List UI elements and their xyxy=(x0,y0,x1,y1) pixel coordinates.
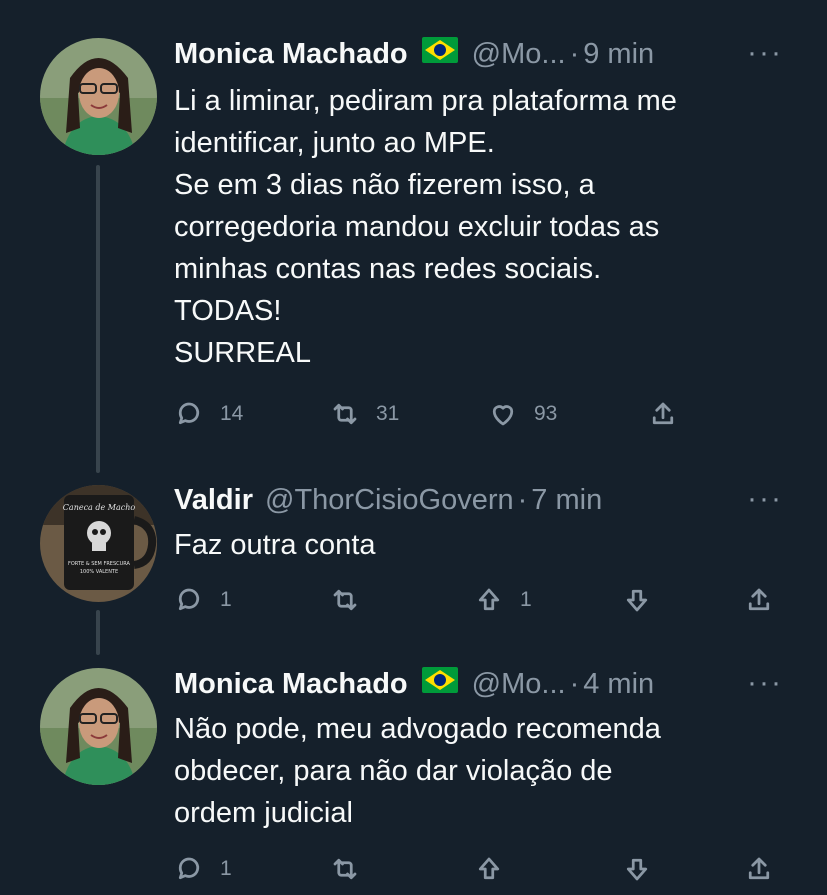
tweet-header: Valdir @ThorCisioGovern · 7 min xyxy=(174,480,602,520)
more-options-button[interactable]: ··· xyxy=(747,482,783,516)
more-options-button[interactable]: ··· xyxy=(747,666,783,700)
tweet-actions: 1 xyxy=(174,849,784,889)
mug-text-2: FORTE & SEM FRESCURA xyxy=(68,561,131,567)
arrow-up-icon xyxy=(478,588,500,611)
avatar[interactable] xyxy=(40,38,157,155)
retweet-count: 31 xyxy=(376,402,400,425)
display-name[interactable]: Monica Machado xyxy=(174,668,408,701)
reply-button[interactable]: 1 xyxy=(174,849,232,889)
timestamp[interactable]: 4 min xyxy=(583,668,654,701)
brazil-flag-icon xyxy=(421,37,458,71)
retweet-icon xyxy=(333,858,357,880)
arrow-up-icon xyxy=(478,857,500,880)
avatar[interactable] xyxy=(40,668,157,785)
timestamp[interactable]: 9 min xyxy=(583,38,654,71)
reply-icon xyxy=(178,857,200,880)
tweet-header: Monica Machado @Mo... · 9 min xyxy=(174,34,654,74)
reply-button[interactable]: 14 xyxy=(174,394,243,434)
downvote-button[interactable] xyxy=(622,849,652,889)
tweet[interactable]: Monica Machado @Mo... · 4 min ··· Não po… xyxy=(0,655,827,895)
display-name[interactable]: Valdir xyxy=(174,484,253,517)
avatar[interactable]: Caneca de Macho FORTE & SEM FRESCURA 100… xyxy=(40,485,157,602)
heart-icon xyxy=(492,405,514,426)
share-button[interactable] xyxy=(648,394,678,434)
reply-count: 14 xyxy=(220,402,244,425)
share-icon xyxy=(748,588,770,611)
reply-button[interactable]: 1 xyxy=(174,580,232,620)
separator: · xyxy=(569,37,580,70)
retweet-icon xyxy=(333,589,357,611)
upvote-count: 1 xyxy=(520,588,532,611)
retweet-button[interactable] xyxy=(330,580,360,620)
reply-count: 1 xyxy=(220,857,232,880)
brazil-flag-icon xyxy=(421,667,458,701)
tweet-header: Monica Machado @Mo... · 4 min xyxy=(174,664,654,704)
tweet-text: Faz outra conta xyxy=(174,529,376,561)
like-count: 93 xyxy=(534,402,558,425)
more-options-button[interactable]: ··· xyxy=(747,36,783,70)
retweet-icon xyxy=(333,403,357,425)
share-button[interactable] xyxy=(744,580,774,620)
share-button[interactable] xyxy=(744,849,774,889)
arrow-down-icon xyxy=(626,858,648,881)
mug-text: Caneca de Macho xyxy=(63,503,136,512)
upvote-button[interactable] xyxy=(474,849,504,889)
reply-icon xyxy=(178,402,200,425)
reply-count: 1 xyxy=(220,588,232,611)
tweet-actions: 1 1 xyxy=(174,580,784,620)
separator: · xyxy=(569,667,580,700)
share-icon xyxy=(748,857,770,880)
mug-text-3: 100% VALENTE xyxy=(80,569,118,575)
tweet-text: Li a liminar, pediram pra plataforma me … xyxy=(174,85,677,369)
separator: · xyxy=(517,483,528,516)
tweet-actions: 14 31 93 xyxy=(174,394,784,434)
upvote-button[interactable]: 1 xyxy=(474,580,532,620)
tweet-text: Não pode, meu advogado recomenda obdecer… xyxy=(174,713,661,829)
retweet-button[interactable] xyxy=(330,849,360,889)
timestamp[interactable]: 7 min xyxy=(531,484,602,517)
reply-icon xyxy=(178,588,200,611)
downvote-button[interactable] xyxy=(622,580,652,620)
display-name[interactable]: Monica Machado xyxy=(174,38,408,71)
arrow-down-icon xyxy=(626,589,648,612)
like-button[interactable]: 93 xyxy=(488,394,557,434)
tweet[interactable]: Caneca de Macho FORTE & SEM FRESCURA 100… xyxy=(0,470,827,630)
handle[interactable]: @Mo... xyxy=(472,38,566,71)
retweet-button[interactable]: 31 xyxy=(330,394,399,434)
share-icon xyxy=(652,402,674,425)
handle[interactable]: @ThorCisioGovern xyxy=(265,484,514,517)
handle[interactable]: @Mo... xyxy=(472,668,566,701)
tweet[interactable]: Monica Machado @Mo... · 9 min ··· Li a l… xyxy=(0,0,827,470)
